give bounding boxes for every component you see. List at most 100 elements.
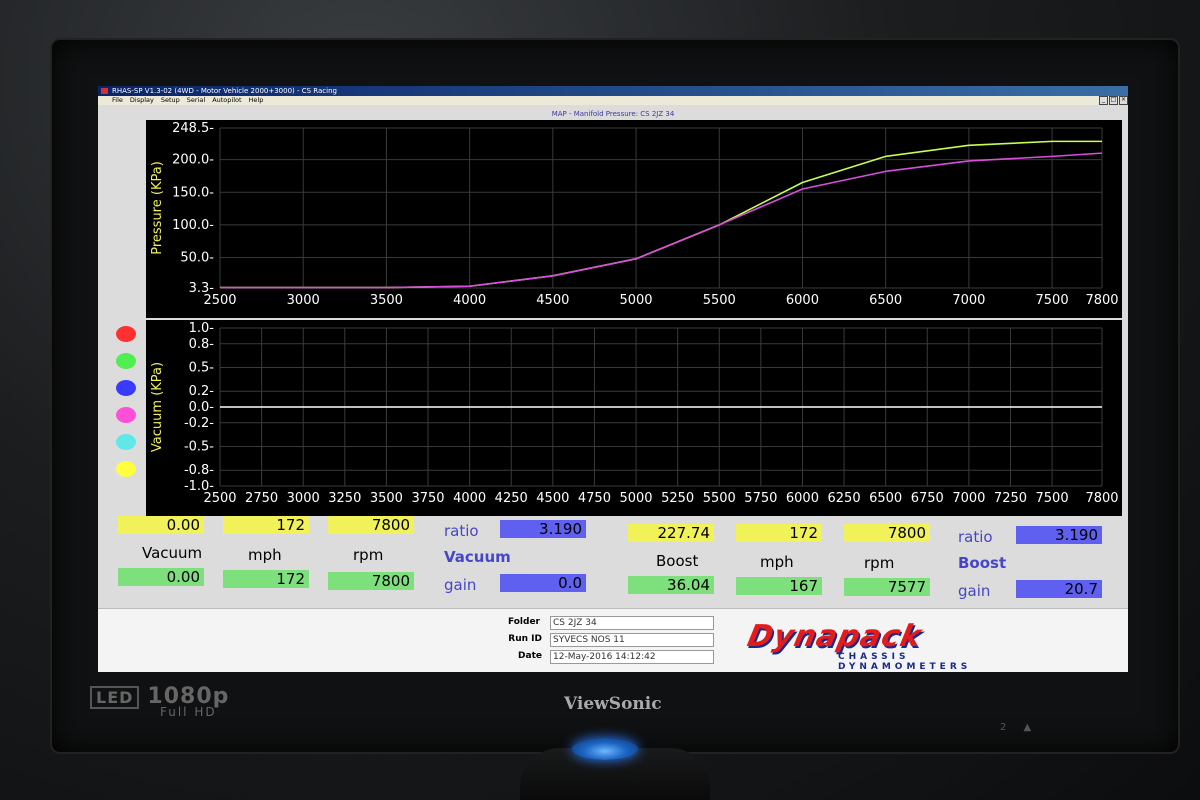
- y-tick-label: 200.0-: [172, 153, 214, 168]
- power-icon[interactable]: [572, 738, 638, 760]
- menu-help[interactable]: Help: [249, 96, 264, 105]
- boost-mph-top: 172: [736, 524, 822, 542]
- boost-rpm-top: 7800: [844, 524, 930, 542]
- vacuum-gain-label: gain: [444, 576, 477, 594]
- y-axis-label: Pressure (KPa): [150, 161, 165, 255]
- chart-title: MAP - Manifold Pressure: CS 2JZ 34: [551, 110, 675, 118]
- boost-rpm-label: rpm: [864, 554, 895, 572]
- logo-name: Dynapack: [744, 619, 926, 654]
- y-tick-label: -1.0-: [184, 479, 214, 494]
- y-tick-label: -0.2-: [184, 416, 214, 431]
- x-tick-label: 6750: [911, 491, 944, 506]
- vacuum-chart: 2500 2750 3000 3250 3500 3750 4000 4250 4500 4750…: [146, 320, 1122, 516]
- x-tick-label: 6250: [828, 491, 861, 506]
- footer: Folder CS 2JZ 34 Run ID SYVECS NOS 11 Da…: [98, 608, 1128, 672]
- x-tick-label: 4500: [536, 293, 569, 308]
- menu-display[interactable]: Display: [130, 96, 154, 105]
- chart-svg: 2500 2750 3000 3250 3500 3750 4000 4250 4500 4750…: [150, 321, 1119, 506]
- date-field[interactable]: 12-May-2016 14:12:42: [550, 650, 714, 664]
- y-tick-label: 248.5-: [172, 121, 214, 136]
- run-id-label: Run ID: [508, 634, 542, 644]
- y-axis-label: Vacuum (KPa): [150, 362, 165, 452]
- x-tick-label: 7000: [952, 491, 985, 506]
- legend-dot-green[interactable]: [116, 353, 136, 369]
- series-line: [220, 140, 1102, 289]
- vacuum-ratio-value[interactable]: 3.190: [500, 520, 586, 538]
- led-text: LED: [90, 686, 140, 709]
- monitor-buttons[interactable]: 2 ▲: [1000, 722, 1031, 733]
- legend-dot-red[interactable]: [116, 326, 136, 342]
- minimize-button[interactable]: _: [1099, 96, 1108, 105]
- legend-dot-magenta[interactable]: [116, 407, 136, 423]
- y-tick-label: 100.0-: [172, 218, 214, 233]
- boost-mph-label: mph: [760, 553, 794, 571]
- chart-svg: 2500 3000 3500 4000 4500 5000 5500 6000 6500 7000…: [150, 121, 1119, 308]
- close-button[interactable]: ×: [1119, 96, 1128, 105]
- x-tick-label: 5000: [619, 293, 652, 308]
- screen: RHAS-SP V1.3-02 (4WD - Motor Vehicle 200…: [98, 86, 1128, 672]
- vacuum-value-bottom: 0.00: [118, 568, 204, 586]
- pressure-chart: 2500 3000 3500 4000 4500 5000 5500 6000 6500 7000…: [146, 120, 1122, 318]
- menu-autopilot[interactable]: Autopilot: [212, 96, 241, 105]
- x-tick-label: 4500: [536, 491, 569, 506]
- x-tick-label: 3250: [328, 491, 361, 506]
- x-tick-label: 3500: [370, 293, 403, 308]
- readout-panel: 0.00 172 7800 Vacuum mph rpm 0.00 172 78…: [98, 506, 1128, 602]
- x-tick-label: 6000: [786, 491, 819, 506]
- folder-field[interactable]: CS 2JZ 34: [550, 616, 714, 630]
- x-tick-label: 3750: [411, 491, 444, 506]
- boost-title: Boost: [958, 554, 1007, 572]
- x-tick-label: 5250: [661, 491, 694, 506]
- vacuum-mph-top: 172: [223, 516, 309, 534]
- y-tick-label: 50.0-: [180, 251, 214, 266]
- y-tick-label: 150.0-: [172, 185, 214, 200]
- y-tick-label: 0.5-: [189, 361, 215, 376]
- x-tick-label: 5000: [619, 491, 652, 506]
- boost-value-top: 227.74: [628, 524, 714, 542]
- boost-gain-label: gain: [958, 582, 991, 600]
- x-tick-label: 5500: [703, 293, 736, 308]
- x-tick-label: 7500: [1036, 491, 1069, 506]
- x-tick-label: 2750: [245, 491, 278, 506]
- vacuum-mph-bottom: 172: [223, 570, 309, 588]
- legend-dot-yellow[interactable]: [116, 461, 136, 477]
- app-icon: [101, 88, 108, 94]
- maximize-button[interactable]: □: [1109, 96, 1118, 105]
- title-bar: RHAS-SP V1.3-02 (4WD - Motor Vehicle 200…: [98, 86, 1128, 96]
- x-tick-label: 5750: [744, 491, 777, 506]
- x-tick-label: 6500: [869, 491, 902, 506]
- date-label: Date: [518, 651, 542, 661]
- run-id-field[interactable]: SYVECS NOS 11: [550, 633, 714, 647]
- boost-ratio-value[interactable]: 3.190: [1016, 526, 1102, 544]
- menu-serial[interactable]: Serial: [187, 96, 205, 105]
- x-tick-label: 6000: [786, 293, 819, 308]
- x-tick-label: 7000: [952, 293, 985, 308]
- y-tick-label: 0.2-: [189, 384, 215, 399]
- dynapack-logo: Dynapack CHASSIS DYNAMOMETERS: [744, 619, 1098, 672]
- x-tick-label: 7500: [1036, 293, 1069, 308]
- logo-sub: CHASSIS DYNAMOMETERS: [838, 652, 972, 672]
- x-tick-label: 7250: [994, 491, 1027, 506]
- window-title: RHAS-SP V1.3-02 (4WD - Motor Vehicle 200…: [112, 87, 337, 95]
- legend-dot-cyan[interactable]: [116, 434, 136, 450]
- x-tick-label: 4250: [495, 491, 528, 506]
- boost-label: Boost: [656, 552, 699, 570]
- y-tick-label: -0.5-: [184, 440, 214, 455]
- vacuum-ratio-label: ratio: [444, 522, 479, 540]
- x-tick-label: 4000: [453, 491, 486, 506]
- legend-dot-blue[interactable]: [116, 380, 136, 396]
- menu-setup[interactable]: Setup: [161, 96, 180, 105]
- monitor-brand: ViewSonic: [564, 694, 662, 714]
- folder-label: Folder: [507, 617, 540, 627]
- y-tick-label: -0.8-: [184, 463, 214, 478]
- boost-mph-bottom: 167: [736, 577, 822, 595]
- y-tick-label: 1.0-: [189, 321, 215, 336]
- boost-gain-value[interactable]: 20.7: [1016, 580, 1102, 598]
- x-tick-label: 3000: [287, 491, 320, 506]
- x-tick-label: 3000: [287, 293, 320, 308]
- menu-file[interactable]: File: [112, 96, 123, 105]
- vacuum-gain-value[interactable]: 0.0: [500, 574, 586, 592]
- boost-rpm-bottom: 7577: [844, 578, 930, 596]
- x-tick-label: 3500: [370, 491, 403, 506]
- x-tick-label: 7800: [1085, 293, 1118, 308]
